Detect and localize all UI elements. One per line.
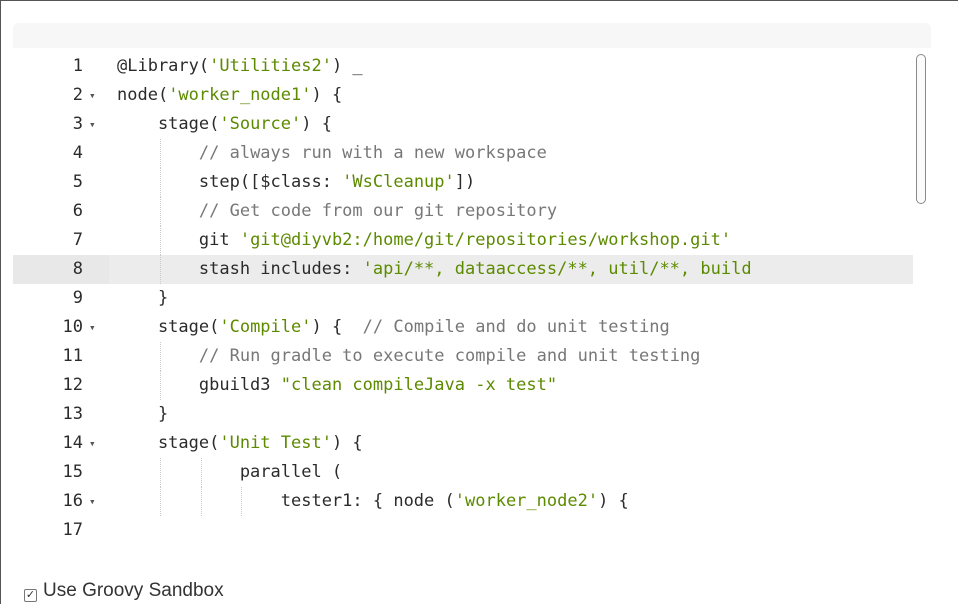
code-line[interactable]: 6 // Get code from our git repository [13, 197, 913, 226]
code-line[interactable]: 8 stash includes: 'api/**, dataaccess/**… [13, 255, 913, 284]
string-token: 'Unit Test' [219, 433, 332, 453]
line-number: 5 [72, 172, 83, 192]
comment-token: // Get code from our git repository [198, 201, 558, 221]
string-token: "clean compileJava -x test" [280, 375, 558, 395]
line-number: 14 [62, 433, 83, 453]
line-number: 3 [72, 114, 83, 134]
code-line[interactable]: 1 @Library('Utilities2') _ [13, 52, 913, 81]
code-token: stage( [117, 317, 220, 337]
vertical-scrollbar[interactable] [914, 50, 928, 546]
code-line-background [109, 516, 913, 545]
code-line[interactable]: 5 step([$class: 'WsCleanup']) [13, 168, 913, 197]
code-line[interactable]: 12 gbuild3 "clean compileJava -x test" [13, 371, 913, 400]
comment-token: // Compile and do unit testing [362, 317, 670, 337]
code-token: ) { [311, 317, 363, 337]
groovy-sandbox-checkbox[interactable]: ✓ [24, 589, 37, 602]
line-number: 4 [72, 143, 83, 163]
line-number: 15 [62, 462, 83, 482]
code-text: gbuild3 "clean compileJava -x test" [117, 371, 913, 400]
code-text: stage('Source') { [117, 110, 913, 139]
code-token: @Library( [117, 56, 210, 76]
code-text: } [117, 284, 913, 313]
code-line[interactable]: 3 ▾ stage('Source') { [13, 110, 913, 139]
fold-toggle-icon[interactable]: ▾ [89, 313, 96, 342]
code-token: ) { [301, 114, 332, 134]
line-number: 8 [72, 259, 83, 279]
vertical-scroll-thumb[interactable] [916, 54, 926, 204]
code-text: @Library('Utilities2') _ [117, 52, 913, 81]
code-token: ) { [311, 85, 343, 105]
code-line[interactable]: 17 [13, 516, 913, 545]
code-token: git [117, 230, 240, 250]
code-token: gbuild3 [117, 375, 281, 395]
code-line[interactable]: 16 ▾ tester1: { node ('worker_node2') { [13, 487, 913, 516]
code-text: // always run with a new workspace [117, 139, 913, 168]
string-token: 'git@diyvb2:/home/git/repositories/works… [239, 230, 732, 250]
code-text: stash includes: 'api/**, dataaccess/**, … [117, 255, 913, 284]
line-number: 11 [62, 346, 83, 366]
line-number: 2 [72, 85, 83, 105]
code-line[interactable]: 11 // Run gradle to execute compile and … [13, 342, 913, 371]
code-token: ]) [454, 172, 476, 192]
code-line[interactable]: 7 git 'git@diyvb2:/home/git/repositories… [13, 226, 913, 255]
code-line[interactable]: 10 ▾ stage('Compile') { // Compile and do… [13, 313, 913, 342]
code-token: parallel ( [117, 462, 343, 482]
groovy-sandbox-label: Use Groovy Sandbox [43, 580, 224, 601]
pipeline-script-editor[interactable]: 1 @Library('Utilities2') _ 2 ▾ node('worker_… [13, 23, 931, 546]
comment-token: // Run gradle to execute compile and uni… [198, 346, 701, 366]
code-token: stage( [117, 433, 220, 453]
string-token: 'WsCleanup' [342, 172, 455, 192]
code-token: } [117, 288, 169, 308]
code-text: stage('Compile') { // Compile and do uni… [117, 313, 913, 342]
code-text: node('worker_node1') { [117, 81, 913, 110]
code-line[interactable]: 13 } [13, 400, 913, 429]
string-token: 'Utilities2' [209, 56, 332, 76]
fold-toggle-icon[interactable]: ▾ [89, 429, 96, 458]
code-area[interactable]: 1 @Library('Utilities2') _ 2 ▾ node('worker_… [13, 48, 931, 546]
code-text: tester1: { node ('worker_node2') { [117, 487, 913, 516]
fold-toggle-icon[interactable]: ▾ [89, 487, 96, 516]
fold-toggle-icon[interactable]: ▾ [89, 81, 96, 110]
line-number: 16 [62, 491, 83, 511]
code-text: parallel ( [117, 458, 913, 487]
line-number: 13 [62, 404, 83, 424]
line-number: 17 [62, 520, 83, 540]
line-number: 1 [72, 56, 83, 76]
string-token: 'worker_node2' [454, 491, 599, 511]
code-text: // Run gradle to execute compile and uni… [117, 342, 913, 371]
code-line[interactable]: 9 } [13, 284, 913, 313]
code-text: // Get code from our git repository [117, 197, 913, 226]
string-token: 'worker_node1' [168, 85, 312, 105]
comment-token: // always run with a new workspace [198, 143, 547, 163]
string-token: 'Source' [219, 114, 302, 134]
code-token: node( [117, 85, 169, 105]
code-token: stage( [117, 114, 220, 134]
line-number: 9 [72, 288, 83, 308]
string-token: 'Compile' [219, 317, 312, 337]
code-text: } [117, 400, 913, 429]
line-number: 7 [72, 230, 83, 250]
line-number: 6 [72, 201, 83, 221]
line-number: 12 [62, 375, 83, 395]
string-token: 'api/**, dataaccess/**, util/**, build [362, 259, 752, 279]
code-line[interactable]: 2 ▾ node('worker_node1') { [13, 81, 913, 110]
code-token: step([$class: [117, 172, 343, 192]
code-line[interactable]: 15 parallel ( [13, 458, 913, 487]
code-token: tester1: { node ( [117, 491, 455, 511]
line-number: 10 [62, 317, 83, 337]
code-text: stage('Unit Test') { [117, 429, 913, 458]
code-token: stash includes: [117, 259, 363, 279]
code-token: ) { [331, 433, 363, 453]
code-token: } [117, 404, 169, 424]
code-text: git 'git@diyvb2:/home/git/repositories/w… [117, 226, 913, 255]
code-text: step([$class: 'WsCleanup']) [117, 168, 913, 197]
fold-toggle-icon[interactable]: ▾ [89, 110, 96, 139]
code-line[interactable]: 4 // always run with a new workspace [13, 139, 913, 168]
code-token: ) _ [331, 56, 363, 76]
code-token: ) { [598, 491, 629, 511]
code-line[interactable]: 14 ▾ stage('Unit Test') { [13, 429, 913, 458]
